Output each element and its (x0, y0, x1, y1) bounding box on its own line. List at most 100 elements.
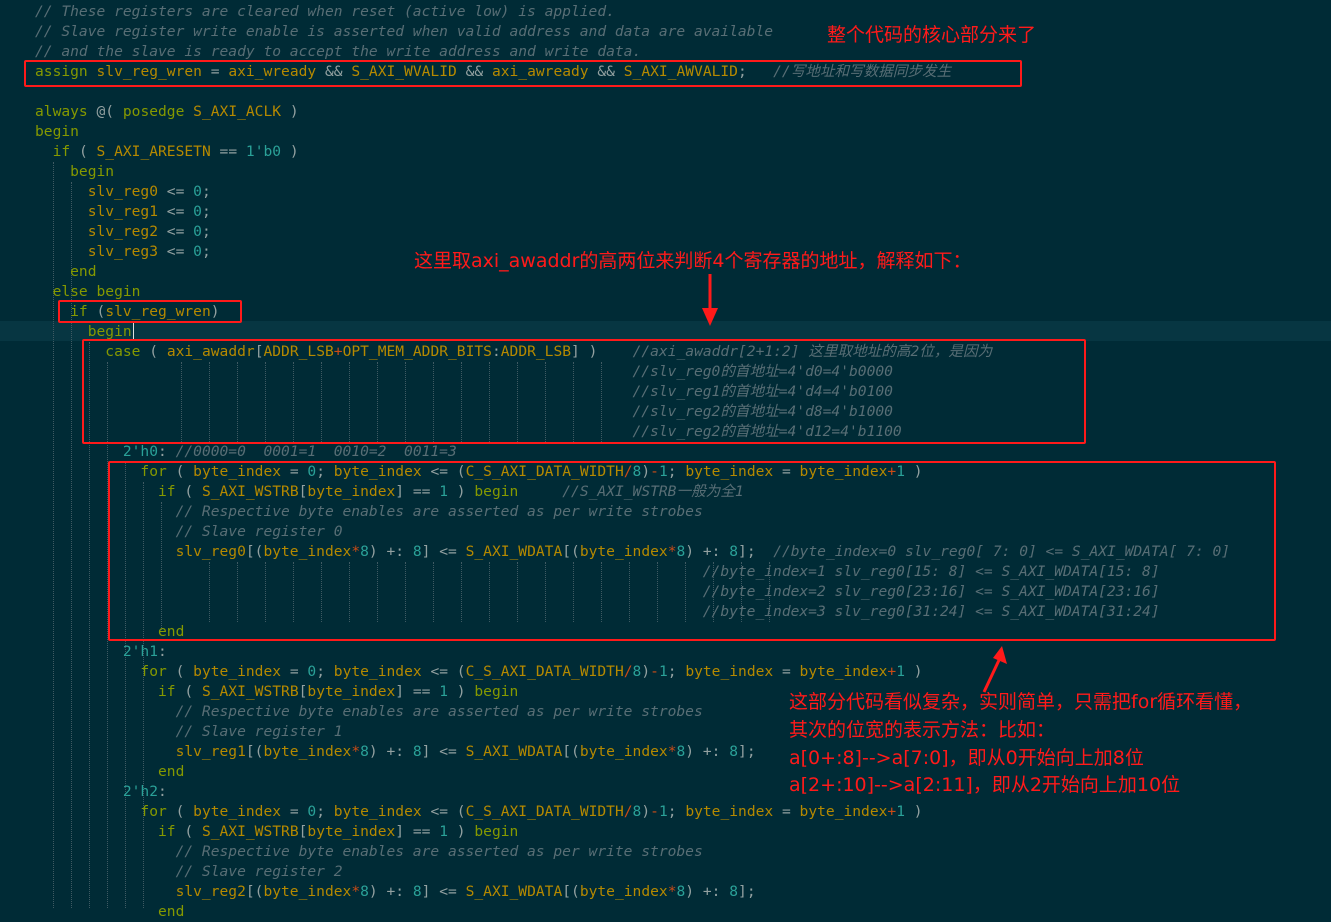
code-token: == (210, 143, 246, 160)
core-note: 整个代码的核心部分来了 (827, 24, 1037, 46)
code-line: 2'h1: (35, 642, 167, 662)
code-token: ) (641, 803, 651, 820)
code-token: begin (474, 683, 519, 700)
case-highlight-box (82, 339, 1086, 444)
code-token: 8 (412, 883, 422, 900)
code-token: byte_index (333, 803, 422, 820)
code-token: ) +: (685, 743, 730, 760)
addr-note: 这里取axi_awaddr的高两位来判断4个寄存器的地址，解释如下： (414, 250, 972, 272)
code-token: // Respective byte enables are asserted … (35, 843, 703, 860)
code-token: ) (448, 683, 475, 700)
if-wren-highlight-box (58, 300, 242, 323)
code-token: 2'h2 (35, 783, 159, 800)
code-token: // and the slave is ready to accept the … (35, 43, 642, 60)
for-loop-highlight-box (108, 461, 1276, 641)
code-token: [( (245, 883, 264, 900)
code-token: 8 (676, 883, 686, 900)
code-token: 8 (676, 743, 686, 760)
code-token: @( (96, 103, 123, 120)
code-token: ) (448, 823, 475, 840)
for-note-line3: a[0+:8]-->a[7:0]，即从0开始向上加8位 (789, 747, 1144, 769)
code-token: ; (201, 183, 211, 200)
code-token: = (281, 803, 308, 820)
code-line: // Respective byte enables are asserted … (35, 702, 703, 722)
code-token: ( (78, 143, 97, 160)
code-token: <= (158, 203, 194, 220)
code-token: for (35, 663, 176, 680)
code-line: // Respective byte enables are asserted … (35, 842, 703, 862)
code-line: begin (35, 122, 79, 142)
code-token: ] == (395, 823, 440, 840)
code-token: ; (667, 803, 686, 820)
code-token: 8 (360, 883, 369, 900)
code-token: ] == (395, 683, 440, 700)
code-token: ; (667, 663, 686, 680)
code-token: ] <= (421, 883, 466, 900)
code-token: if (35, 143, 79, 160)
code-token: ) +: (368, 743, 413, 760)
code-token: 1'b0 (245, 143, 282, 160)
down-arrow-icon (702, 274, 718, 326)
code-token: slv_reg2 (35, 223, 159, 240)
code-token: ; (201, 243, 211, 260)
code-token: always (35, 103, 97, 120)
code-token: - (650, 663, 659, 680)
code-token: <= (158, 183, 194, 200)
code-token: begin (35, 163, 115, 180)
code-token: slv_reg1 (35, 203, 159, 220)
for-note-line2: 其次的位宽的表示方法：比如： (789, 719, 1056, 741)
code-token: + (887, 663, 897, 680)
code-token: ; (201, 203, 211, 220)
code-line: slv_reg1 <= 0; (35, 202, 211, 222)
code-token: ) (281, 103, 299, 120)
code-token: ( (184, 683, 202, 700)
code-line: always @( posedge S_AXI_ACLK ) (35, 102, 299, 122)
code-token: <= (158, 243, 194, 260)
code-token: // Respective byte enables are asserted … (35, 703, 703, 720)
code-line: slv_reg3 <= 0; (35, 242, 211, 262)
code-token: * (667, 883, 677, 900)
code-token: //0000=0 0001=1 0010=2 0011=3 (175, 443, 457, 460)
code-token: 1 (658, 803, 668, 820)
code-line: end (35, 762, 184, 782)
code-token: // Slave register write enable is assert… (35, 23, 774, 40)
code-token: else begin (35, 283, 141, 300)
code-token: begin (35, 123, 79, 140)
code-token: ) (905, 663, 923, 680)
code-token: 2'h1 (35, 643, 159, 660)
code-token: byte_index (307, 683, 396, 700)
code-token: 1 (439, 823, 449, 840)
code-token: : (158, 783, 167, 800)
code-token: ( (175, 803, 194, 820)
code-token: 1 (896, 803, 906, 820)
code-token: 8 (360, 743, 369, 760)
code-token: ) (641, 663, 651, 680)
code-token: S_AXI_WDATA (465, 883, 563, 900)
code-token: // Slave register 1 (35, 723, 343, 740)
code-token: byte_index (799, 803, 888, 820)
code-token: : (158, 643, 167, 660)
code-token: byte_index (193, 663, 282, 680)
code-token: ) (281, 143, 299, 160)
code-line: if ( S_AXI_WSTRB[byte_index] == 1 ) begi… (35, 822, 518, 842)
code-token: byte_index (263, 743, 352, 760)
code-token: 1 (439, 683, 449, 700)
assign-highlight-box (24, 60, 1022, 87)
code-token: 0 (307, 803, 317, 820)
code-token: slv_reg0 (35, 183, 159, 200)
code-token: ]; (738, 743, 756, 760)
code-token: ] <= (421, 743, 466, 760)
code-line: if ( S_AXI_WSTRB[byte_index] == 1 ) begi… (35, 682, 518, 702)
code-token: S_AXI_WSTRB (201, 683, 299, 700)
code-token: + (887, 803, 897, 820)
code-token: 8 (729, 883, 739, 900)
code-token: C_S_AXI_DATA_WIDTH (465, 663, 624, 680)
code-line: // Slave register 2 (35, 862, 343, 882)
code-token: posedge (122, 103, 194, 120)
code-token: ( (184, 823, 202, 840)
code-line: begin (35, 162, 114, 182)
code-token: 1 (658, 663, 668, 680)
code-token: 0 (193, 203, 202, 220)
code-token: slv_reg2 (35, 883, 246, 900)
code-token: 0 (193, 223, 202, 240)
